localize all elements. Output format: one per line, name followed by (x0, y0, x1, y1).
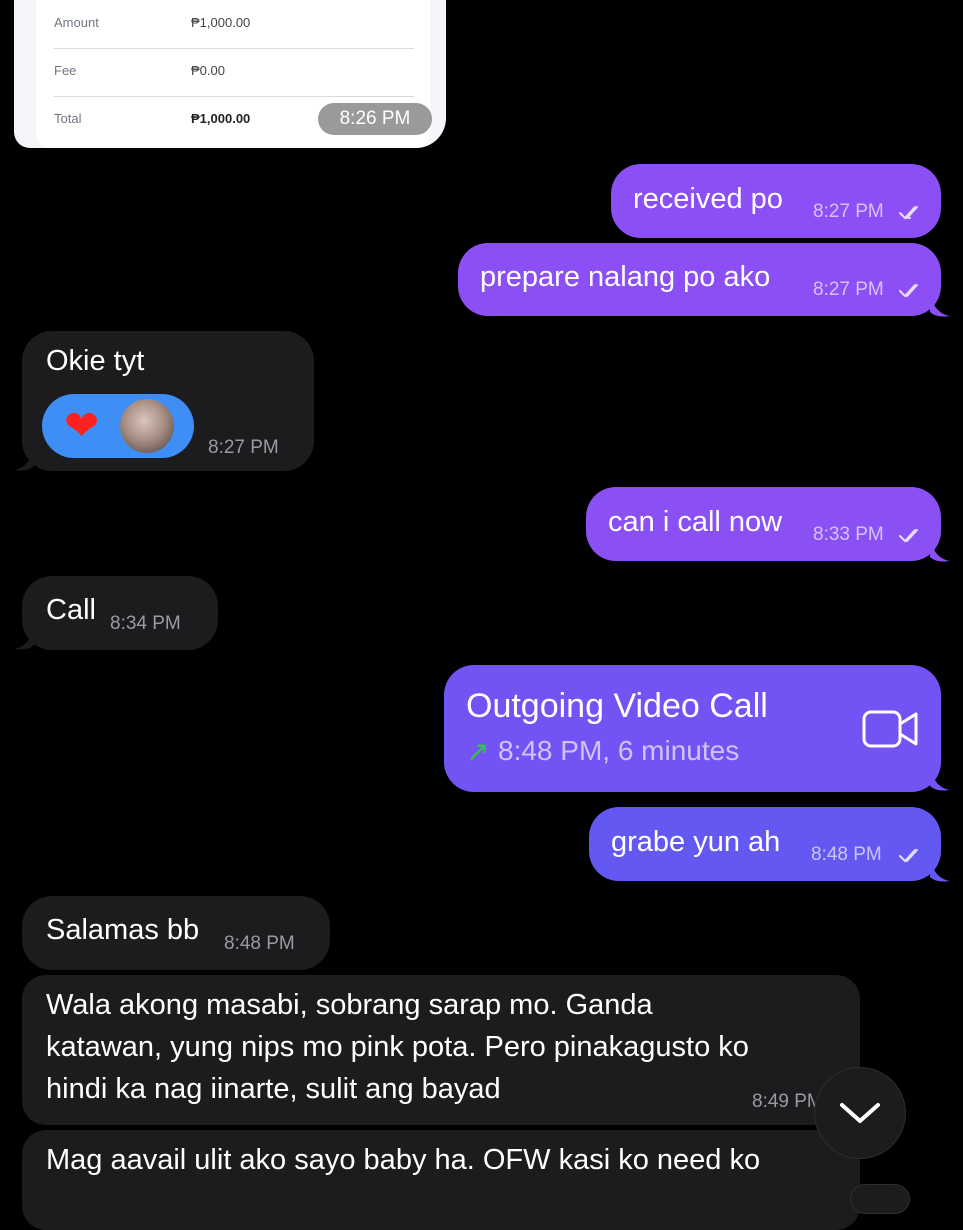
heart-icon: ❤ (64, 402, 100, 449)
receipt-value: ₱0.00 (191, 63, 225, 78)
message-text-line: Wala akong masabi, sobrang sarap mo. Gan… (46, 989, 653, 1021)
bubble-tail (930, 861, 950, 882)
message-bubble-outgoing[interactable]: grabe yun ah 8:48 PM (589, 807, 941, 881)
message-text-line: katawan, yung nips mo pink pota. Pero pi… (46, 1031, 749, 1063)
message-time: 8:27 PM (813, 201, 884, 222)
message-text: received po (633, 183, 783, 215)
bubble-tail (14, 450, 34, 471)
chevron-down-icon (840, 1103, 880, 1123)
receipt-label: Amount (54, 15, 99, 30)
double-check-icon (899, 206, 918, 220)
message-time: 8:49 PM (752, 1091, 823, 1112)
bubble-tail (930, 770, 950, 791)
message-time: 8:48 PM (224, 933, 295, 954)
message-time: 8:34 PM (110, 613, 181, 634)
message-bubble-outgoing[interactable]: prepare nalang po ako 8:27 PM (458, 243, 941, 316)
message-time: 8:48 PM (811, 844, 882, 865)
scroll-to-bottom-button[interactable] (814, 1067, 906, 1159)
call-detail: 8:48 PM, 6 minutes (498, 735, 740, 766)
receipt-timestamp: 8:26 PM (318, 103, 432, 135)
message-bubble-incoming[interactable]: Mag aavail ulit ako sayo baby ha. OFW ka… (22, 1130, 860, 1230)
message-bubble-incoming[interactable]: Call 8:34 PM (22, 576, 218, 650)
receipt-label: Fee (54, 63, 77, 78)
message-bubble-outgoing[interactable]: can i call now 8:33 PM (586, 487, 941, 561)
receipt-value: ₱1,000.00 (191, 15, 251, 30)
message-text: Call (46, 594, 96, 626)
message-text-line: hindi ka nag iinarte, sulit ang bayad (46, 1073, 501, 1105)
message-time: 8:33 PM (813, 524, 884, 545)
receipt-row-amount: Amount ₱1,000.00 (54, 0, 414, 49)
call-bubble-outgoing[interactable]: Outgoing Video Call ↗ 8:48 PM, 6 minutes (444, 665, 941, 792)
call-arrow-icon: ↗ (466, 736, 490, 767)
reaction-chip[interactable]: ❤ (42, 394, 194, 458)
double-check-icon (899, 849, 918, 863)
message-time: 8:27 PM (208, 437, 279, 458)
receipt-label: Total (54, 111, 82, 126)
message-bubble-outgoing[interactable]: received po 8:27 PM (611, 164, 941, 238)
message-text: can i call now (608, 506, 783, 538)
overlay-button-partial[interactable] (850, 1184, 910, 1214)
message-time: 8:27 PM (813, 279, 884, 300)
double-check-icon (899, 529, 918, 543)
message-text: Salamas bb (46, 914, 200, 946)
bubble-tail (930, 541, 950, 562)
receipt-value: ₱1,000.00 (191, 111, 251, 126)
message-text: grabe yun ah (611, 826, 781, 858)
message-text: prepare nalang po ako (480, 261, 771, 293)
double-check-icon (899, 284, 918, 298)
message-bubble-incoming[interactable]: Wala akong masabi, sobrang sarap mo. Gan… (22, 975, 860, 1125)
avatar (120, 399, 174, 453)
message-text: Okie tyt (46, 345, 145, 377)
receipt-row-fee: Fee ₱0.00 (54, 48, 414, 97)
bubble-tail (14, 629, 34, 650)
message-text: Mag aavail ulit ako sayo baby ha. OFW ka… (46, 1144, 761, 1176)
call-title: Outgoing Video Call (466, 687, 768, 725)
message-bubble-incoming[interactable]: Salamas bb 8:48 PM (22, 896, 330, 970)
bubble-tail (930, 296, 950, 317)
video-camera-icon[interactable] (862, 709, 920, 749)
